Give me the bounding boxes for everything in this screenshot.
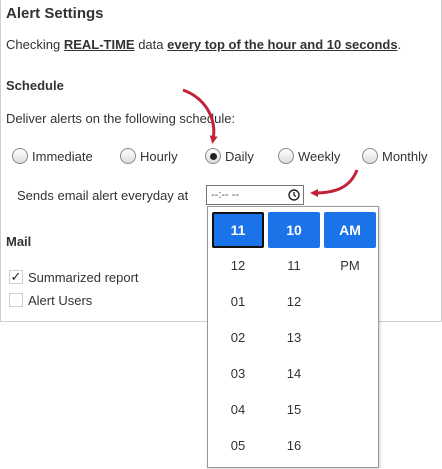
radio-circle[interactable] (120, 148, 136, 164)
time-placeholder: --:-- -- (211, 189, 240, 201)
hour-option[interactable]: 01 (212, 284, 264, 320)
hour-option[interactable]: 02 (212, 320, 264, 356)
radio-label: Hourly (140, 148, 178, 164)
radio-daily[interactable]: Daily (205, 146, 254, 166)
radio-monthly[interactable]: Monthly (362, 146, 428, 166)
schedule-heading: Schedule (6, 78, 64, 93)
period-column: AM PM (324, 212, 376, 284)
alert-users-checkbox[interactable] (9, 293, 23, 307)
minute-option[interactable]: 12 (268, 284, 320, 320)
mail-heading: Mail (6, 234, 32, 249)
clock-icon[interactable] (288, 189, 300, 204)
minute-column: 10 11 12 13 14 15 16 (268, 212, 320, 464)
desc-suffix: . (397, 37, 402, 52)
desc-prefix: Checking (6, 37, 64, 52)
summarized-label: Summarized report (28, 270, 139, 285)
time-input[interactable]: --:-- -- (206, 185, 304, 205)
radio-circle[interactable] (362, 148, 378, 164)
radio-label: Monthly (382, 148, 428, 164)
hour-option[interactable]: 04 (212, 392, 264, 428)
time-picker-dropdown: 11 12 01 02 03 04 05 10 11 12 13 14 15 1… (207, 206, 379, 468)
minute-option-selected[interactable]: 10 (268, 212, 320, 248)
radio-circle-checked[interactable] (205, 148, 221, 164)
summarized-checkbox[interactable]: ✓ (9, 270, 23, 284)
minute-option[interactable]: 13 (268, 320, 320, 356)
radio-immediate[interactable]: Immediate (12, 146, 93, 166)
period-option[interactable]: PM (324, 248, 376, 284)
radio-label: Weekly (298, 148, 341, 164)
alert-users-label: Alert Users (28, 293, 93, 308)
radio-label: Immediate (32, 148, 93, 164)
schedule-instruction: Deliver alerts on the following schedule… (6, 111, 236, 126)
hour-column: 11 12 01 02 03 04 05 (212, 212, 264, 464)
radio-hourly[interactable]: Hourly (120, 146, 178, 166)
radio-weekly[interactable]: Weekly (278, 146, 340, 166)
hour-option[interactable]: 03 (212, 356, 264, 392)
radio-circle[interactable] (278, 148, 294, 164)
minute-option[interactable]: 16 (268, 428, 320, 464)
description: Checking REAL-TIME data every top of the… (6, 37, 401, 52)
radio-circle[interactable] (12, 148, 28, 164)
hour-option[interactable]: 05 (212, 428, 264, 464)
hour-option-selected[interactable]: 11 (212, 212, 264, 248)
desc-middle: data (134, 37, 168, 52)
radio-label: Daily (225, 148, 254, 164)
minute-option[interactable]: 14 (268, 356, 320, 392)
period-option-selected[interactable]: AM (324, 212, 376, 248)
schedule-text: every top of the hour and 10 seconds (167, 37, 398, 52)
hour-option[interactable]: 12 (212, 248, 264, 284)
realtime-text: REAL-TIME (63, 37, 135, 52)
send-time-label: Sends email alert everyday at (17, 188, 189, 203)
checkmark-icon: ✓ (10, 269, 22, 284)
minute-option[interactable]: 11 (268, 248, 320, 284)
page-title: Alert Settings (6, 5, 104, 22)
minute-option[interactable]: 15 (268, 392, 320, 428)
